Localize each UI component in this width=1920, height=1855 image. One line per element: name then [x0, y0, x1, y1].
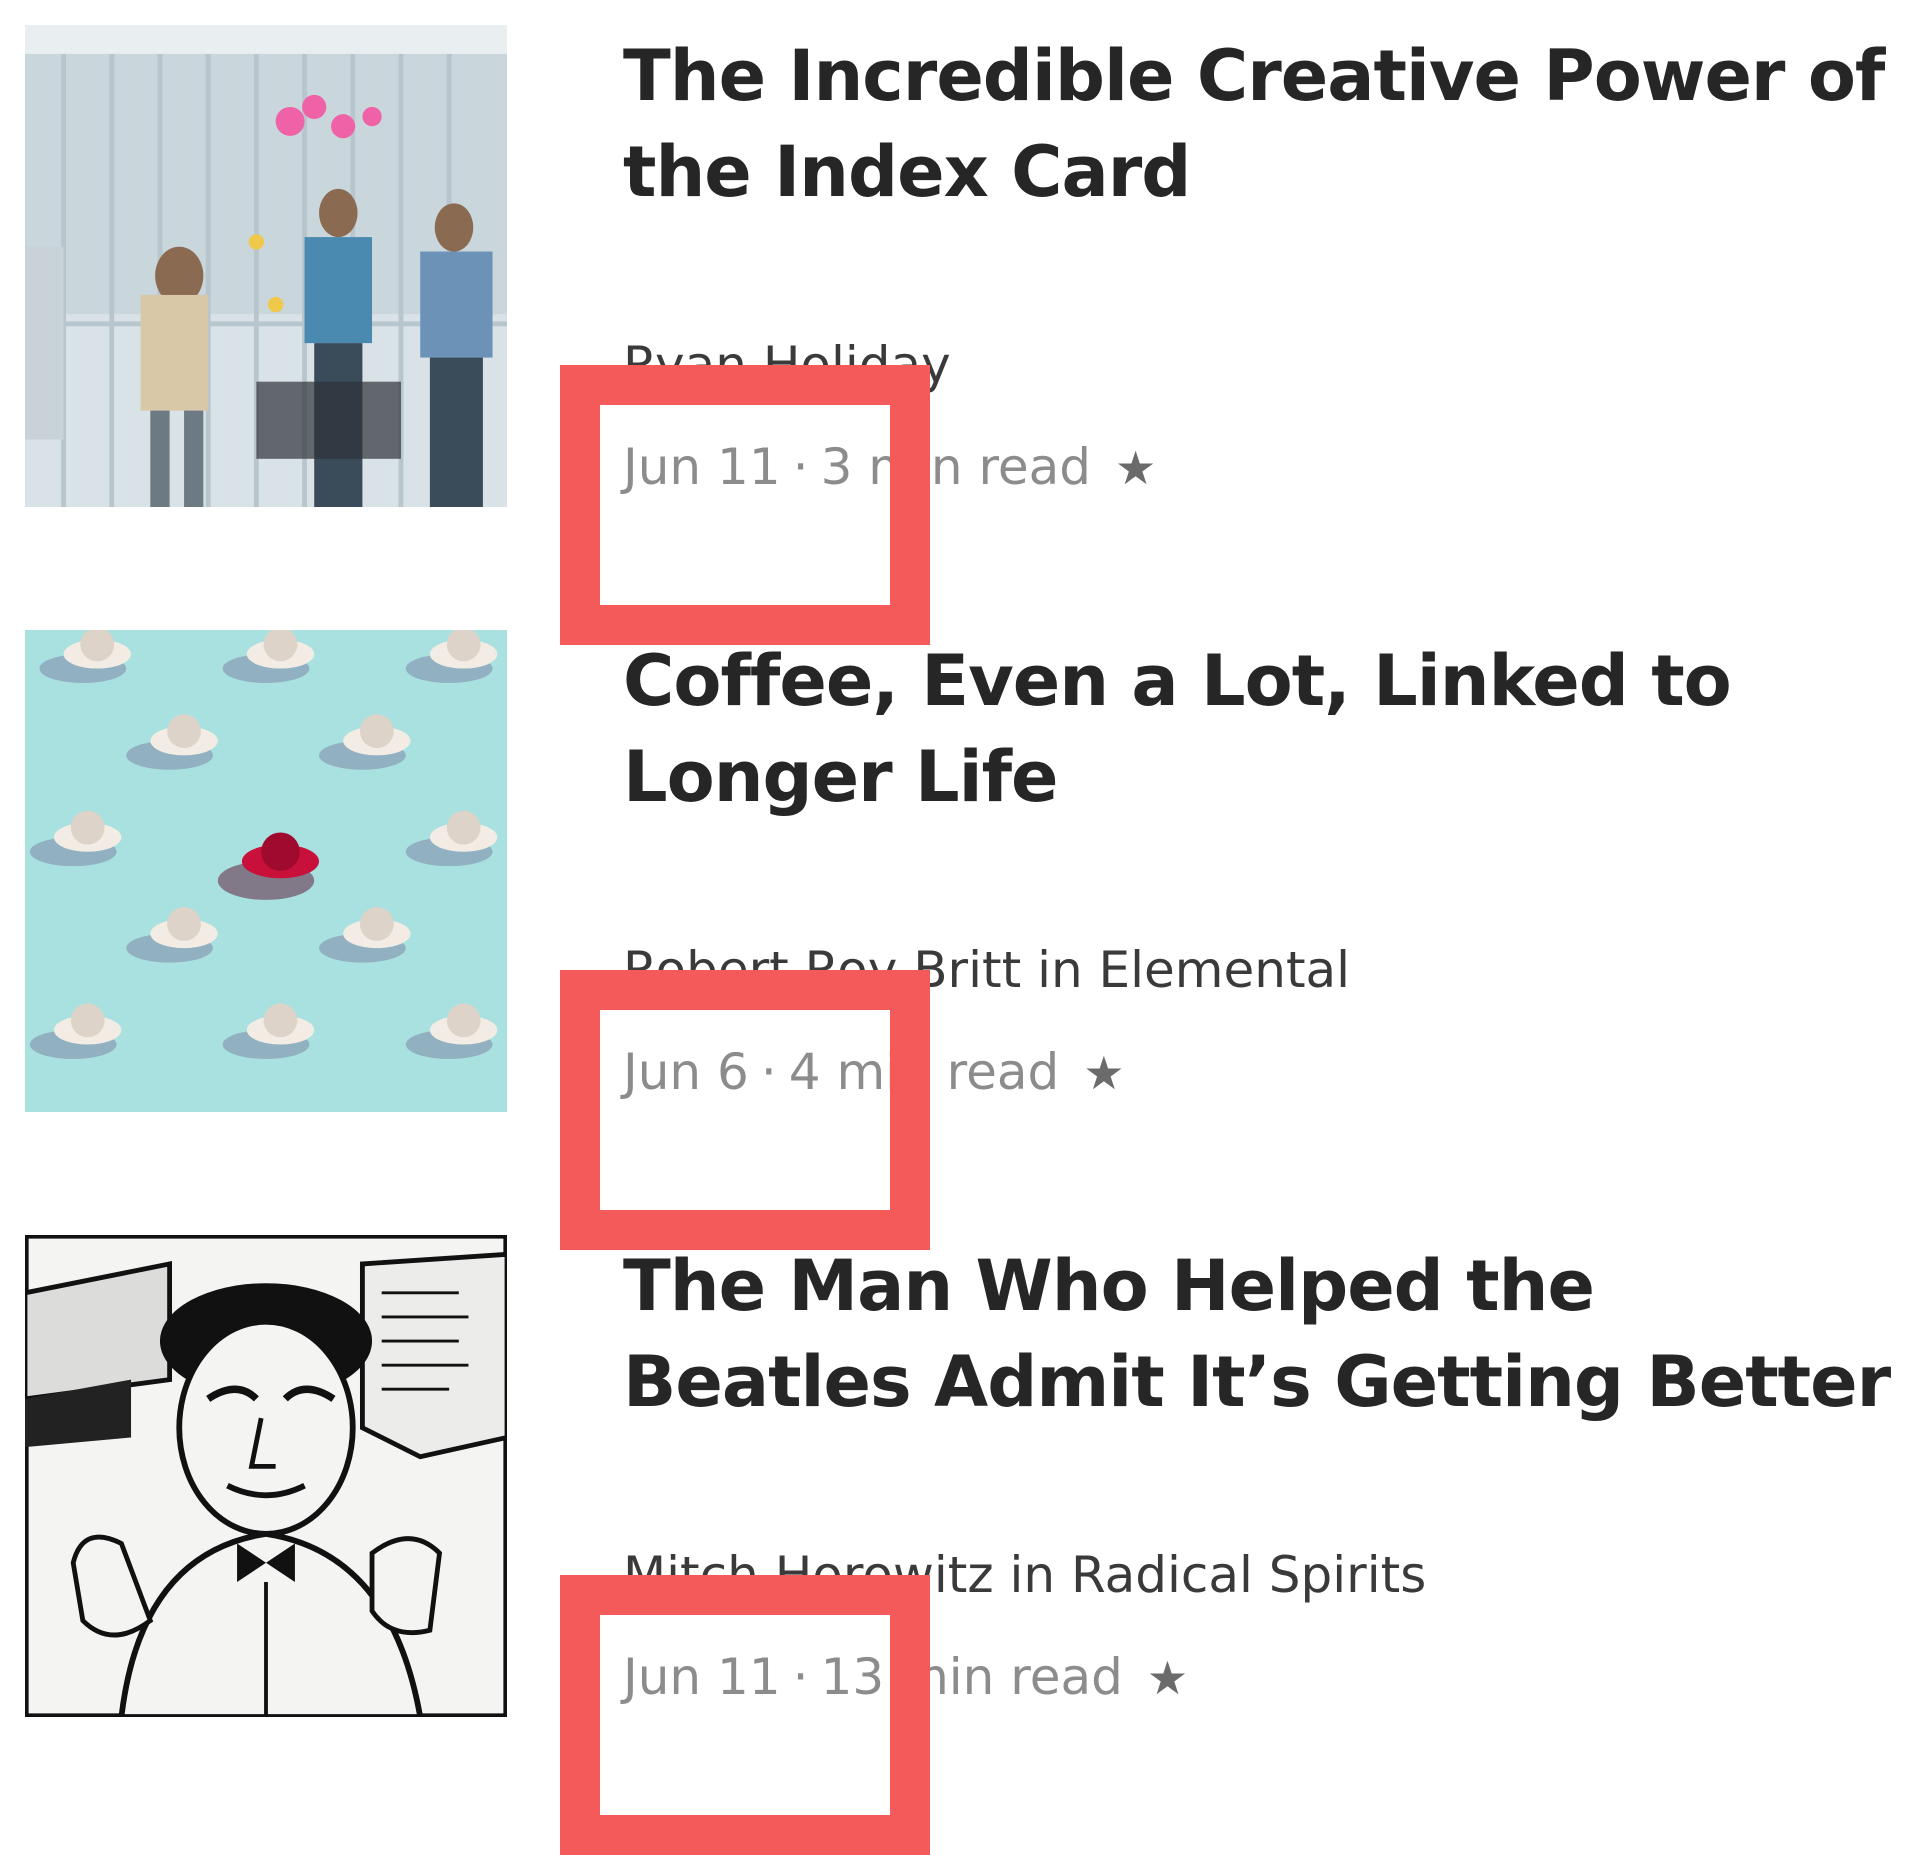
teacups-photo-image: [25, 630, 507, 1112]
article-date: Jun 6: [623, 1043, 749, 1101]
read-time: 13 min read: [820, 1648, 1123, 1706]
article-card[interactable]: The Man Who Helped the Beatles Admit It’…: [0, 1210, 1920, 1855]
article-date: Jun 11: [623, 1648, 781, 1706]
read-time: 4 min read: [788, 1043, 1060, 1101]
article-thumbnail[interactable]: [25, 25, 507, 507]
article-author[interactable]: Ryan Holiday: [623, 330, 951, 400]
article-meta: Jun 11 · 3 min read ★: [623, 432, 1156, 503]
date-highlight-box: [560, 970, 930, 1250]
star-icon[interactable]: ★: [1083, 1046, 1124, 1100]
article-card[interactable]: The Incredible Creative Power of the Ind…: [0, 0, 1920, 645]
article-meta: Jun 6 · 4 min read ★: [623, 1037, 1124, 1108]
article-date: Jun 11: [623, 438, 781, 496]
office-photo-image: [25, 25, 507, 507]
article-author[interactable]: Robert Roy Britt in Elemental: [623, 935, 1350, 1005]
meta-separator: ·: [792, 1648, 809, 1706]
article-author[interactable]: Mitch Horowitz in Radical Spirits: [623, 1540, 1426, 1610]
meta-separator: ·: [792, 438, 809, 496]
vintage-illustration-image: [25, 1235, 507, 1717]
article-feed: The Incredible Creative Power of the Ind…: [0, 0, 1920, 1855]
article-thumbnail[interactable]: [25, 1235, 507, 1717]
article-card[interactable]: Coffee, Even a Lot, Linked to Longer Lif…: [0, 605, 1920, 1250]
date-highlight-box: [560, 365, 930, 645]
read-time: 3 min read: [820, 438, 1092, 496]
star-icon[interactable]: ★: [1147, 1651, 1188, 1705]
article-thumbnail[interactable]: [25, 630, 507, 1112]
date-highlight-box: [560, 1575, 930, 1855]
article-title[interactable]: The Man Who Helped the Beatles Admit It’…: [623, 1238, 1893, 1430]
star-icon[interactable]: ★: [1115, 441, 1156, 495]
article-title[interactable]: The Incredible Creative Power of the Ind…: [623, 28, 1893, 220]
meta-separator: ·: [760, 1043, 777, 1101]
article-title[interactable]: Coffee, Even a Lot, Linked to Longer Lif…: [623, 633, 1893, 825]
article-meta: Jun 11 · 13 min read ★: [623, 1642, 1188, 1713]
